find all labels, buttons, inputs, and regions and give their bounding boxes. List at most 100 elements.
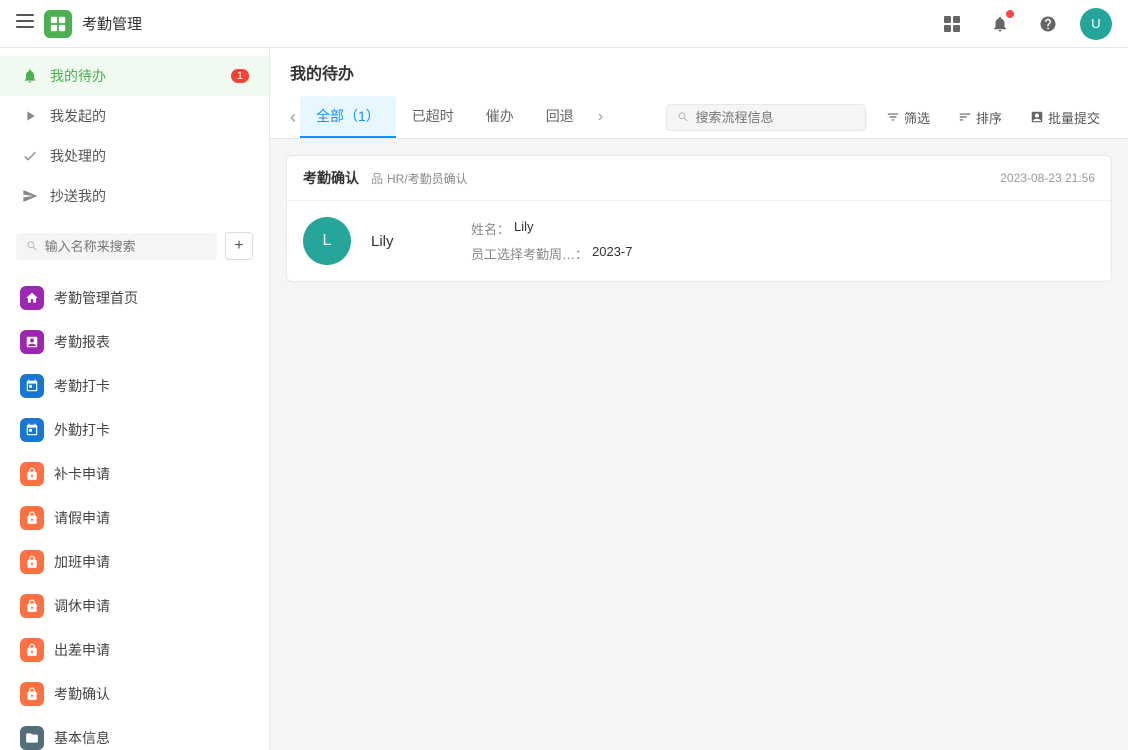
menu-item-lieu[interactable]: 调休申请	[0, 584, 269, 628]
user-avatar[interactable]: U	[1080, 8, 1112, 40]
main-header: 我的待办 ‹ 全部（1） 已超时 催办 回退 › 筛选	[270, 48, 1128, 139]
menu-item-makeup-card[interactable]: 补卡申请	[0, 452, 269, 496]
home-icon	[20, 286, 44, 310]
lieu-icon	[20, 594, 44, 618]
sidebar-item-my-todo[interactable]: 我的待办 1	[0, 56, 269, 96]
task-card-header: 考勤确认 品 HR/考勤员确认 2023-08-23 21:56	[287, 156, 1111, 201]
content-area: 考勤确认 品 HR/考勤员确认 2023-08-23 21:56 L Lily	[270, 139, 1128, 750]
menu-item-field-checkin[interactable]: 外勤打卡	[0, 408, 269, 452]
check-icon	[20, 146, 40, 166]
attendance-confirm-icon	[20, 682, 44, 706]
send-icon	[20, 186, 40, 206]
name-value: Lily	[514, 219, 534, 238]
sidebar-label-my-processed: 我处理的	[50, 146, 106, 166]
task-type-label: HR/考勤员确认	[387, 170, 468, 187]
app-title: 考勤管理	[82, 13, 142, 34]
sidebar-item-my-initiated[interactable]: 我发起的	[0, 96, 269, 136]
menu-label-makeup-card: 补卡申请	[54, 464, 110, 484]
main-content: 我的待办 ‹ 全部（1） 已超时 催办 回退 › 筛选	[270, 48, 1128, 750]
filter-icon	[886, 110, 900, 124]
more-tabs-icon[interactable]: ›	[590, 98, 611, 136]
task-title: 考勤确认	[303, 168, 359, 188]
app-logo	[44, 10, 72, 38]
sidebar-item-my-processed[interactable]: 我处理的	[0, 136, 269, 176]
batch-icon	[1030, 110, 1044, 124]
menu-label-lieu: 调休申请	[54, 596, 110, 616]
task-user-name-area: Lily	[371, 233, 451, 250]
filter-label: 筛选	[904, 108, 930, 127]
leave-icon	[20, 506, 44, 530]
avatar-text: L	[323, 232, 332, 250]
tab-urge[interactable]: 催办	[470, 96, 530, 138]
basic-info-icon	[20, 726, 44, 750]
task-type: 品 HR/考勤员确认	[371, 170, 468, 187]
batch-label: 批量提交	[1048, 108, 1100, 127]
tab-returned[interactable]: 回退	[530, 96, 590, 138]
add-button[interactable]: +	[225, 232, 253, 260]
task-detail-period-row: 员工选择考勤周…： 2023-7	[471, 244, 633, 263]
my-todo-badge: 1	[231, 69, 249, 83]
task-card[interactable]: 考勤确认 品 HR/考勤员确认 2023-08-23 21:56 L Lily	[286, 155, 1112, 282]
sidebar-search-input[interactable]	[45, 239, 207, 254]
prev-tab-icon[interactable]: ‹	[290, 107, 296, 128]
menu-label-basic-info: 基本信息	[54, 728, 110, 748]
play-icon	[20, 106, 40, 126]
menu-item-basic-info[interactable]: 基本信息	[0, 716, 269, 750]
menu-item-home[interactable]: 考勤管理首页	[0, 276, 269, 320]
filter-button[interactable]: 筛选	[878, 104, 938, 131]
sidebar-label-my-initiated: 我发起的	[50, 106, 106, 126]
task-detail-name-row: 姓名： Lily	[471, 219, 633, 238]
report-icon	[20, 330, 44, 354]
task-timestamp: 2023-08-23 21:56	[1000, 171, 1095, 185]
tab-overdue[interactable]: 已超时	[396, 96, 470, 138]
menu-label-leave: 请假申请	[54, 508, 110, 528]
task-details: 姓名： Lily 员工选择考勤周…： 2023-7	[471, 219, 633, 263]
name-label: 姓名：	[471, 219, 510, 238]
menu-label-report: 考勤报表	[54, 332, 110, 352]
sidebar-item-cc-to-me[interactable]: 抄送我的	[0, 176, 269, 216]
menu-label-business-trip: 出差申请	[54, 640, 110, 660]
sort-icon	[958, 110, 972, 124]
period-label: 员工选择考勤周…：	[471, 244, 588, 263]
help-icon[interactable]	[1032, 8, 1064, 40]
menu-label-attendance-confirm: 考勤确认	[54, 684, 110, 704]
menu-item-business-trip[interactable]: 出差申请	[0, 628, 269, 672]
field-checkin-icon	[20, 418, 44, 442]
notification-icon[interactable]	[984, 8, 1016, 40]
tabs-actions: 筛选 排序 批量提交	[666, 104, 1108, 131]
sidebar-search-wrap[interactable]	[16, 233, 217, 260]
sidebar-label-my-todo: 我的待办	[50, 66, 106, 86]
tab-all[interactable]: 全部（1）	[300, 96, 396, 138]
page-title: 我的待办	[290, 60, 1108, 96]
menu-label-home: 考勤管理首页	[54, 288, 138, 308]
period-value: 2023-7	[592, 244, 632, 263]
search-box[interactable]	[666, 104, 866, 131]
menu-label-field-checkin: 外勤打卡	[54, 420, 110, 440]
sort-label: 排序	[976, 108, 1002, 127]
overtime-icon	[20, 550, 44, 574]
checkin-icon	[20, 374, 44, 398]
menu-item-checkin[interactable]: 考勤打卡	[0, 364, 269, 408]
menu-item-overtime[interactable]: 加班申请	[0, 540, 269, 584]
task-user-name: Lily	[371, 233, 394, 250]
business-trip-icon	[20, 638, 44, 662]
menu-label-checkin: 考勤打卡	[54, 376, 110, 396]
search-box-icon	[677, 110, 690, 124]
task-body: L Lily 姓名： Lily 员工选择考勤周…： 2023-7	[287, 201, 1111, 281]
menu-label-overtime: 加班申请	[54, 552, 110, 572]
bell-icon	[20, 66, 40, 86]
menu-item-leave[interactable]: 请假申请	[0, 496, 269, 540]
sidebar-search-area: +	[0, 224, 269, 268]
search-icon	[26, 239, 39, 253]
menu-item-report[interactable]: 考勤报表	[0, 320, 269, 364]
tabs-bar: ‹ 全部（1） 已超时 催办 回退 › 筛选	[290, 96, 1108, 138]
menu-icon[interactable]	[16, 12, 34, 35]
sort-button[interactable]: 排序	[950, 104, 1010, 131]
batch-submit-button[interactable]: 批量提交	[1022, 104, 1108, 131]
sidebar-nav: 我的待办 1 我发起的 我处理的 抄送我的	[0, 48, 269, 224]
search-input[interactable]	[696, 110, 855, 125]
sidebar: 我的待办 1 我发起的 我处理的 抄送我的	[0, 48, 270, 750]
grid-icon[interactable]	[936, 8, 968, 40]
notification-badge	[1006, 10, 1014, 18]
menu-item-attendance-confirm[interactable]: 考勤确认	[0, 672, 269, 716]
